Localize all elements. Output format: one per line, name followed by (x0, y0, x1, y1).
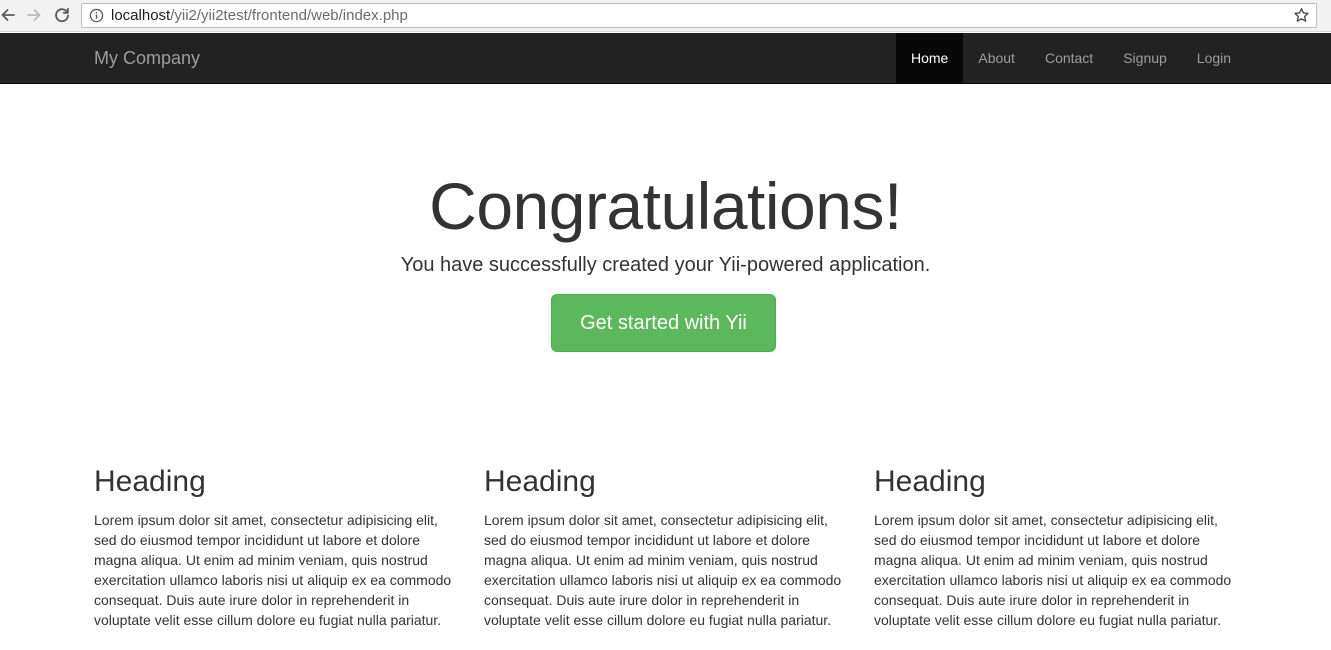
url-text: localhost/yii2/yii2test/frontend/web/ind… (111, 7, 408, 25)
content-column-3: Heading Lorem ipsum dolor sit amet, cons… (874, 464, 1239, 630)
nav-item-contact[interactable]: Contact (1030, 33, 1108, 83)
arrow-right-icon[interactable] (22, 3, 46, 27)
url-path: /yii2/yii2test/frontend/web/index.php (170, 7, 408, 24)
address-bar[interactable]: localhost/yii2/yii2test/frontend/web/ind… (81, 3, 1317, 28)
nav-menu: Home About Contact Signup Login (896, 33, 1246, 83)
arrow-left-icon[interactable] (0, 3, 20, 27)
star-icon[interactable] (1293, 7, 1310, 24)
column-body: Lorem ipsum dolor sit amet, consectetur … (484, 512, 842, 628)
nav-item-home[interactable]: Home (896, 33, 964, 83)
browser-toolbar: localhost/yii2/yii2test/frontend/web/ind… (0, 0, 1331, 32)
info-icon[interactable] (89, 8, 104, 23)
nav-item-login[interactable]: Login (1182, 33, 1246, 83)
site-navbar: My Company Home About Contact Signup Log… (0, 33, 1331, 84)
column-heading: Heading (484, 465, 596, 498)
column-heading: Heading (874, 465, 986, 498)
get-started-button[interactable]: Get started with Yii (551, 294, 776, 352)
nav-item-about[interactable]: About (963, 33, 1030, 83)
nav-item-signup[interactable]: Signup (1108, 33, 1182, 83)
column-body: Lorem ipsum dolor sit amet, consectetur … (874, 512, 1232, 628)
jumbotron-title: Congratulations! (429, 169, 902, 243)
column-heading: Heading (94, 465, 206, 498)
content-column-2: Heading Lorem ipsum dolor sit amet, cons… (484, 464, 849, 630)
brand-link[interactable]: My Company (94, 48, 200, 68)
content-column-1: Heading Lorem ipsum dolor sit amet, cons… (94, 464, 459, 630)
reload-icon[interactable] (50, 3, 74, 27)
column-body: Lorem ipsum dolor sit amet, consectetur … (94, 512, 452, 628)
url-host: localhost (111, 7, 171, 24)
jumbotron-lead: You have successfully created your Yii-p… (400, 254, 931, 276)
